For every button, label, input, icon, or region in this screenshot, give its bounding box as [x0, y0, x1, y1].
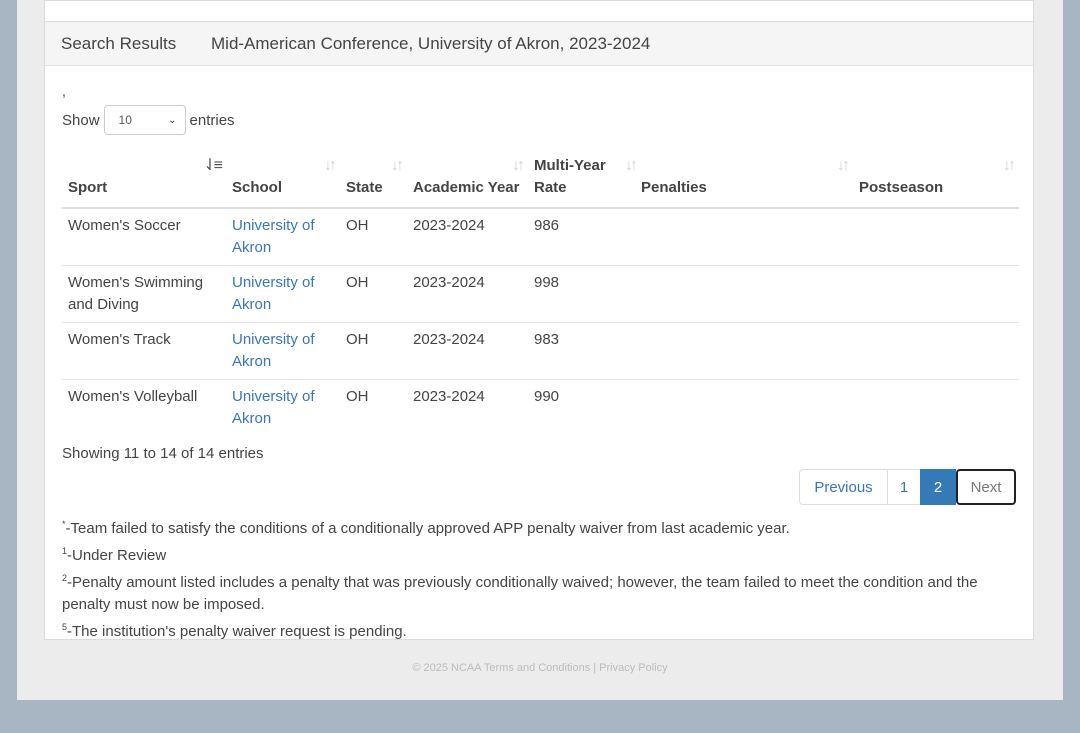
column-header-academic-year[interactable]: Academic Year ↓↑ [407, 149, 528, 209]
cell-school: University of Akron [226, 265, 340, 323]
cell-school: University of Akron [226, 322, 340, 380]
cell-sport: Women's Track [62, 322, 226, 380]
cell-state: OH [340, 379, 407, 436]
cell-year: 2023-2024 [407, 207, 528, 266]
cell-postseason [853, 379, 1019, 436]
sort-asc-icon: ⇃≡ [203, 157, 223, 174]
entries-select[interactable]: 10 ⌄ [103, 105, 186, 135]
column-header-label: Multi-Year Rate [534, 157, 606, 196]
previous-button[interactable]: Previous [799, 469, 888, 505]
cell-penalties [635, 207, 853, 266]
school-link[interactable]: University of Akron [232, 217, 315, 256]
cell-rate: 983 [528, 322, 635, 380]
footnote-text: -Under Review [67, 547, 167, 564]
cell-year: 2023-2024 [407, 379, 528, 436]
table-header-row: Sport ⇃≡ School ↓↑ State ↓↑ Academic Year ↓↑… [62, 149, 1019, 209]
cell-postseason [853, 322, 1019, 380]
column-header-label: State [346, 179, 383, 196]
results-label: Search Results [61, 34, 177, 53]
school-link[interactable]: University of Akron [232, 388, 315, 427]
table-row: Women's Volleyball University of Akron O… [62, 379, 1019, 436]
footnote: 1-Under Review [62, 540, 1002, 567]
results-panel: Search Results Mid-American Conference, … [44, 0, 1034, 640]
cell-state: OH [340, 207, 407, 266]
table-info: Showing 11 to 14 of 14 entries [62, 445, 264, 462]
column-header-school[interactable]: School ↓↑ [226, 149, 340, 209]
results-header: Search Results Mid-American Conference, … [45, 22, 1033, 66]
entries-label: entries [189, 111, 235, 129]
cell-sport: Women's Swimming and Diving [62, 265, 226, 323]
school-link[interactable]: University of Akron [232, 274, 315, 313]
cell-rate: 998 [528, 265, 635, 323]
cell-postseason [853, 265, 1019, 323]
cell-school: University of Akron [226, 207, 340, 266]
show-label: Show [62, 111, 100, 129]
panel-top-strip [45, 1, 1033, 22]
table-row: Women's Swimming and Diving University o… [62, 265, 1019, 323]
cell-year: 2023-2024 [407, 322, 528, 380]
cell-school: University of Akron [226, 379, 340, 436]
results-table: Sport ⇃≡ School ↓↑ State ↓↑ Academic Year ↓↑… [62, 149, 1019, 436]
next-button[interactable]: Next [956, 469, 1016, 505]
cell-rate: 990 [528, 379, 635, 436]
column-header-label: Penalties [641, 179, 707, 196]
footnote-text: -The institution's penalty waiver reques… [67, 623, 407, 640]
cell-penalties [635, 265, 853, 323]
sort-icon: ↓↑ [324, 157, 337, 174]
column-header-label: School [232, 179, 283, 196]
footnote: 2-Penalty amount listed includes a penal… [62, 567, 1002, 616]
page-2-button[interactable]: 2 [920, 469, 956, 505]
column-header-postseason[interactable]: Postseason ↓↑ [853, 149, 1019, 209]
school-link[interactable]: University of Akron [232, 331, 315, 370]
cell-sport: Women's Volleyball [62, 379, 226, 436]
column-header-multi-year-rate[interactable]: Multi-Year Rate ↓↑ [528, 149, 638, 209]
sort-icon: ↓↑ [512, 157, 525, 174]
footnote: 5-The institution's penalty waiver reque… [62, 616, 1002, 643]
cell-penalties [635, 379, 853, 436]
results-title: Mid-American Conference, University of A… [211, 34, 651, 53]
page-1-button[interactable]: 1 [887, 469, 921, 505]
entries-select-value: 10 [118, 113, 132, 127]
sort-icon: ↓↑ [625, 157, 638, 174]
cell-rate: 986 [528, 207, 635, 266]
column-header-sport[interactable]: Sport ⇃≡ [62, 149, 226, 209]
column-header-label: Sport [68, 179, 108, 196]
sort-icon: ↓↑ [837, 157, 850, 174]
footnote-text: -Penalty amount listed includes a penalt… [62, 574, 978, 613]
cell-year: 2023-2024 [407, 265, 528, 323]
footnote-text: -Team failed to satisfy the conditions o… [65, 520, 790, 537]
page-footer: © 2025 NCAA Terms and Conditions | Priva… [412, 662, 668, 674]
sort-icon: ↓↑ [391, 157, 404, 174]
column-header-label: Postseason [859, 179, 944, 196]
table-row: Women's Soccer University of Akron OH 20… [62, 207, 1019, 266]
table-length-control: Show 10 ⌄ entries [62, 105, 235, 135]
pagination: Previous 1 2 Next [799, 469, 1016, 505]
footnote: *-Team failed to satisfy the conditions … [62, 513, 1002, 540]
cell-postseason [853, 207, 1019, 266]
column-header-penalties[interactable]: Penalties ↓↑ [635, 149, 853, 209]
footnotes: *-Team failed to satisfy the conditions … [62, 513, 1002, 643]
sort-icon: ↓↑ [1003, 157, 1016, 174]
column-header-state[interactable]: State ↓↑ [340, 149, 407, 209]
cell-state: OH [340, 265, 407, 323]
table-row: Women's Track University of Akron OH 202… [62, 322, 1019, 380]
cell-penalties [635, 322, 853, 380]
column-header-label: Academic Year [413, 179, 520, 196]
chevron-down-icon: ⌄ [168, 114, 177, 126]
page-container: Search Results Mid-American Conference, … [17, 0, 1063, 700]
cell-sport: Women's Soccer [62, 207, 226, 266]
stray-text: , [62, 83, 66, 99]
cell-state: OH [340, 322, 407, 380]
